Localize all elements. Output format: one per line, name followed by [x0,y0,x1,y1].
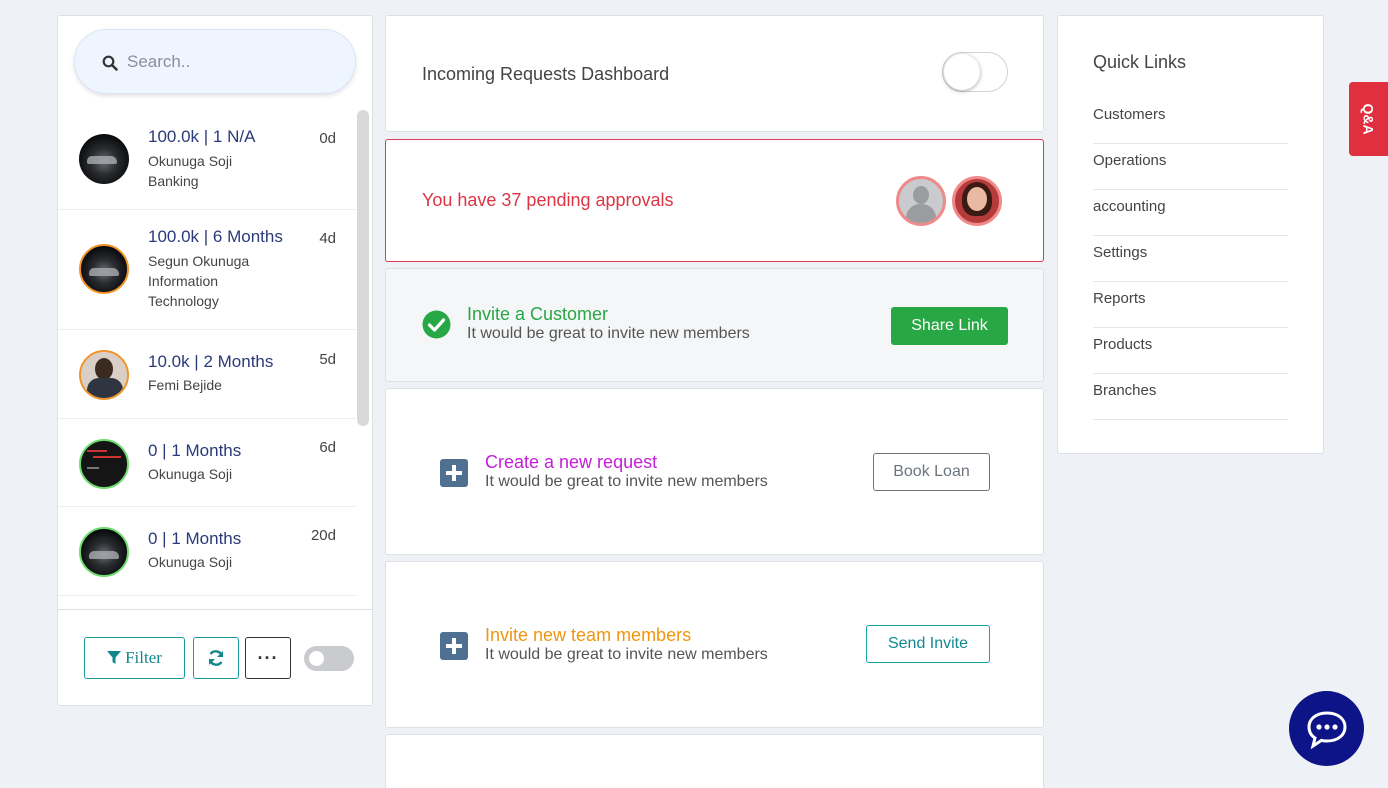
request-age: 4d [319,230,336,247]
avatar [79,134,129,184]
quick-links-title: Quick Links [1093,52,1187,72]
invite-team-card: Invite new team members It would be grea… [385,561,1044,728]
new-request-card: Create a new request It would be great t… [385,388,1044,555]
search-input[interactable] [127,50,337,74]
invite-customer-subtitle: It would be great to invite new members [467,325,750,342]
qa-tab[interactable]: Q&A [1349,82,1388,156]
request-age: 5d [319,351,336,368]
quick-links-list: Customers Operations accounting Settings… [1093,98,1288,420]
search-box[interactable] [74,29,356,94]
avatar [79,439,129,489]
pending-approvals-card[interactable]: You have 37 pending approvals [385,139,1044,262]
request-list: 100.0k | 1 N/A Okunuga Soji Banking 0d 1… [58,110,356,610]
request-age: 20d [310,527,336,544]
request-customer: Okunuga Soji [148,466,233,482]
request-customer: Okunuga Soji Banking [148,153,233,189]
send-invite-button[interactable]: Send Invite [866,625,990,663]
invite-team-title: Invite new team members [485,625,692,645]
check-circle-icon [422,310,451,339]
list-item[interactable]: 0 | 1 Months Okunuga Soji 20d [58,507,356,596]
request-amount: 100.0k | 1 N/A [148,127,256,146]
dashboard-card: Incoming Requests Dashboard [385,15,1044,132]
extra-card [385,734,1044,788]
list-item[interactable]: 100.0k | 1 N/A Okunuga Soji Banking 0d [58,110,356,210]
list-item[interactable]: 100.0k | 6 Months Segun Okunuga Informat… [58,210,356,330]
request-customer: Segun Okunuga Information Technology [148,253,250,309]
request-amount: 100.0k | 6 Months [148,227,283,246]
filter-label: Filter [125,648,162,667]
quick-link-products[interactable]: Products [1093,328,1288,374]
list-toggle[interactable] [304,646,354,671]
quick-link-operations[interactable]: Operations [1093,144,1288,190]
avatar [79,527,129,577]
request-age: 0d [319,130,336,147]
pending-approvals-text: You have 37 pending approvals [422,190,674,210]
filter-icon [107,651,122,664]
quick-link-settings[interactable]: Settings [1093,236,1288,282]
quick-link-accounting[interactable]: accounting [1093,190,1288,236]
search-icon [102,55,118,71]
ellipsis-icon: ··· [257,647,279,668]
quick-link-branches[interactable]: Branches [1093,374,1288,420]
request-amount: 0 | 1 Months [148,529,242,548]
approver-avatar [952,176,1002,226]
more-options-button[interactable]: ··· [245,637,291,679]
list-item[interactable]: 10.0k | 2 Months Femi Bejide 5d [58,330,356,419]
invite-team-subtitle: It would be great to invite new members [485,646,768,663]
invite-customer-title: Invite a Customer [467,304,609,324]
request-list-panel: 100.0k | 1 N/A Okunuga Soji Banking 0d 1… [57,15,373,706]
share-link-button[interactable]: Share Link [891,307,1008,345]
quick-links-panel: Quick Links Customers Operations account… [1057,15,1324,454]
list-scrollbar[interactable] [357,110,369,426]
plus-square-icon [440,459,468,487]
approver-avatar [896,176,946,226]
quick-link-customers[interactable]: Customers [1093,98,1288,144]
chat-bubble-icon [1306,710,1347,749]
list-footer: Filter ··· [58,609,372,705]
refresh-icon [208,650,224,666]
request-amount: 0 | 1 Months [148,441,242,460]
request-customer: Okunuga Soji [148,554,233,570]
quick-link-reports[interactable]: Reports [1093,282,1288,328]
new-request-subtitle: It would be great to invite new members [485,473,768,490]
list-item[interactable]: 0 | 1 Months Okunuga Soji 6d [58,419,356,507]
plus-square-icon [440,632,468,660]
request-amount: 10.0k | 2 Months [148,352,274,371]
qa-label: Q&A [1360,103,1377,135]
request-age: 6d [319,439,336,456]
avatar [79,350,129,400]
dashboard-title: Incoming Requests Dashboard [422,64,670,84]
avatar [79,244,129,294]
chat-button[interactable] [1289,691,1364,766]
refresh-button[interactable] [193,637,239,679]
filter-button[interactable]: Filter [84,637,185,679]
dashboard-toggle[interactable] [942,52,1008,92]
new-request-title: Create a new request [485,452,658,472]
request-customer: Femi Bejide [148,377,222,393]
invite-customer-card: Invite a Customer It would be great to i… [385,268,1044,382]
book-loan-button[interactable]: Book Loan [873,453,990,491]
